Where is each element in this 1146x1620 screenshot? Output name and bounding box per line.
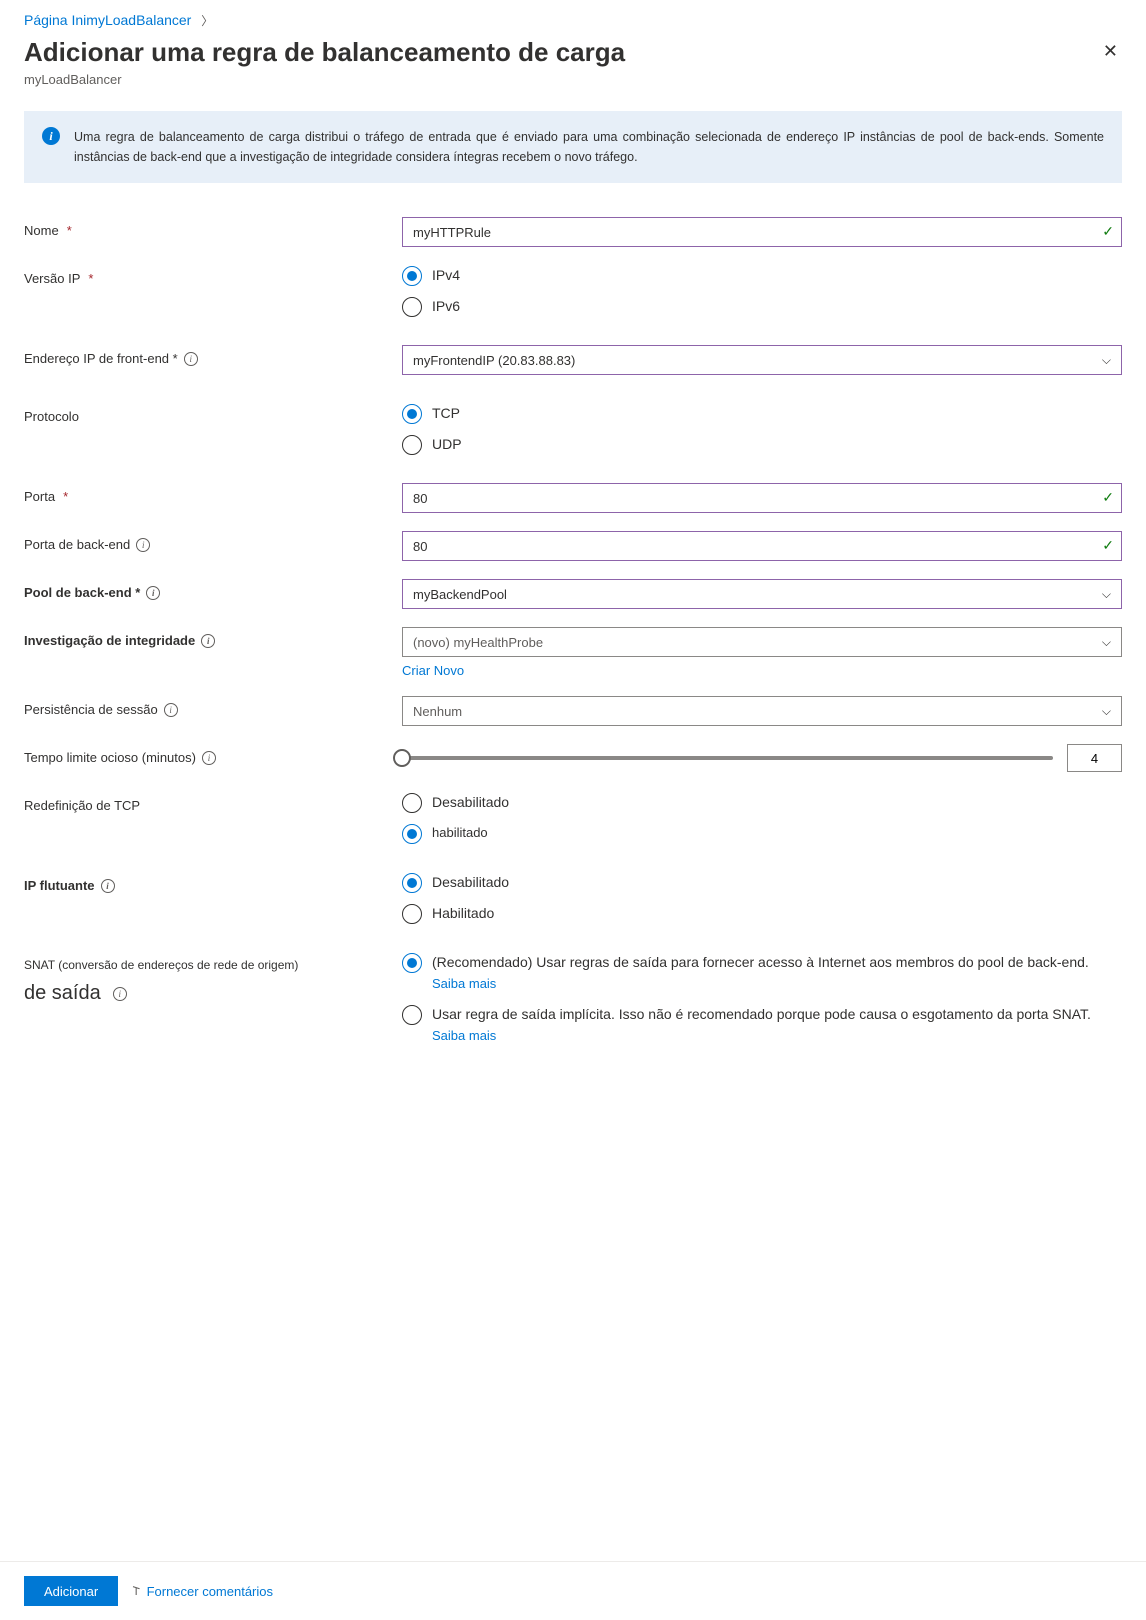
info-text: Uma regra de balanceamento de carga dist… — [74, 127, 1104, 167]
check-icon: ✓ — [1102, 489, 1114, 506]
info-tip-icon[interactable]: i — [113, 987, 127, 1001]
health-probe-select[interactable]: (novo) myHealthProbe ⌵ — [402, 627, 1122, 657]
chevron-down-icon: ⌵ — [1102, 587, 1111, 602]
info-icon: i — [42, 127, 60, 145]
person-icon: 𐌕 — [132, 1584, 140, 1598]
label-floating-ip: IP flutuantei — [24, 872, 402, 893]
idle-timeout-slider[interactable] — [402, 756, 1053, 760]
radio-ipv4[interactable]: IPv4 — [402, 265, 1122, 286]
label-health-probe: Investigação de integridadei — [24, 627, 402, 648]
label-ip-version: Versão IP* — [24, 265, 402, 286]
radio-tcp[interactable]: TCP — [402, 403, 1122, 424]
label-backend-port: Porta de back-endi — [24, 531, 402, 552]
info-tip-icon[interactable]: i — [201, 634, 215, 648]
label-protocol: Protocolo — [24, 403, 402, 424]
backend-pool-select[interactable]: myBackendPool ⌵ — [402, 579, 1122, 609]
page-subtitle: myLoadBalancer — [0, 68, 1146, 87]
radio-snat-implicit[interactable]: Usar regra de saída implícita. Isso não … — [402, 1004, 1122, 1046]
idle-timeout-value[interactable] — [1067, 744, 1122, 772]
label-tcp-reset: Redefinição de TCP — [24, 792, 402, 813]
breadcrumb-resource[interactable]: myLoadBalancer — [86, 12, 191, 28]
create-new-link[interactable]: Criar Novo — [402, 663, 464, 678]
chevron-right-icon: 〉 — [201, 14, 213, 28]
learn-more-link[interactable]: Saiba mais — [432, 976, 496, 991]
feedback-link[interactable]: 𐌕 Fornecer comentários — [132, 1584, 273, 1599]
radio-snat-recommended[interactable]: (Recomendado) Usar regras de saída para … — [402, 952, 1122, 994]
label-port: Porta* — [24, 483, 402, 504]
breadcrumb-home[interactable]: Página Ini — [24, 12, 86, 28]
port-input[interactable] — [402, 483, 1122, 513]
chevron-down-icon: ⌵ — [1102, 353, 1111, 368]
radio-floating-ip-disabled[interactable]: Desabilitado — [402, 872, 1122, 893]
footer: Adicionar 𐌕 Fornecer comentários — [0, 1561, 1146, 1620]
chevron-down-icon: ⌵ — [1102, 635, 1111, 650]
label-snat: SNAT (conversão de endereços de rede de … — [24, 952, 402, 1005]
label-name: Nome* — [24, 217, 402, 238]
info-banner: i Uma regra de balanceamento de carga di… — [24, 111, 1122, 183]
learn-more-link[interactable]: Saiba mais — [432, 1028, 496, 1043]
check-icon: ✓ — [1102, 223, 1114, 240]
radio-ipv6[interactable]: IPv6 — [402, 296, 1122, 317]
info-tip-icon[interactable]: i — [101, 879, 115, 893]
close-icon[interactable]: ✕ — [1099, 37, 1122, 66]
slider-thumb[interactable] — [393, 749, 411, 767]
check-icon: ✓ — [1102, 537, 1114, 554]
label-session-persistence: Persistência de sessãoi — [24, 696, 402, 717]
label-idle-timeout: Tempo limite ocioso (minutos)i — [24, 744, 402, 765]
name-input[interactable] — [402, 217, 1122, 247]
radio-floating-ip-enabled[interactable]: Habilitado — [402, 903, 1122, 924]
session-persistence-select[interactable]: Nenhum ⌵ — [402, 696, 1122, 726]
info-tip-icon[interactable]: i — [146, 586, 160, 600]
breadcrumb: Página InimyLoadBalancer 〉 — [24, 12, 1122, 29]
radio-tcp-reset-disabled[interactable]: Desabilitado — [402, 792, 1122, 813]
backend-port-input[interactable] — [402, 531, 1122, 561]
radio-udp[interactable]: UDP — [402, 434, 1122, 455]
info-tip-icon[interactable]: i — [164, 703, 178, 717]
info-tip-icon[interactable]: i — [136, 538, 150, 552]
info-tip-icon[interactable]: i — [184, 352, 198, 366]
add-button[interactable]: Adicionar — [24, 1576, 118, 1606]
label-frontend-ip: Endereço IP de front-end *i — [24, 345, 402, 366]
radio-tcp-reset-enabled[interactable]: habilitado — [402, 823, 1122, 844]
info-tip-icon[interactable]: i — [202, 751, 216, 765]
page-title: Adicionar uma regra de balanceamento de … — [24, 37, 625, 68]
label-backend-pool: Pool de back-end *i — [24, 579, 402, 600]
frontend-ip-select[interactable]: myFrontendIP (20.83.88.83) ⌵ — [402, 345, 1122, 375]
chevron-down-icon: ⌵ — [1102, 704, 1111, 719]
